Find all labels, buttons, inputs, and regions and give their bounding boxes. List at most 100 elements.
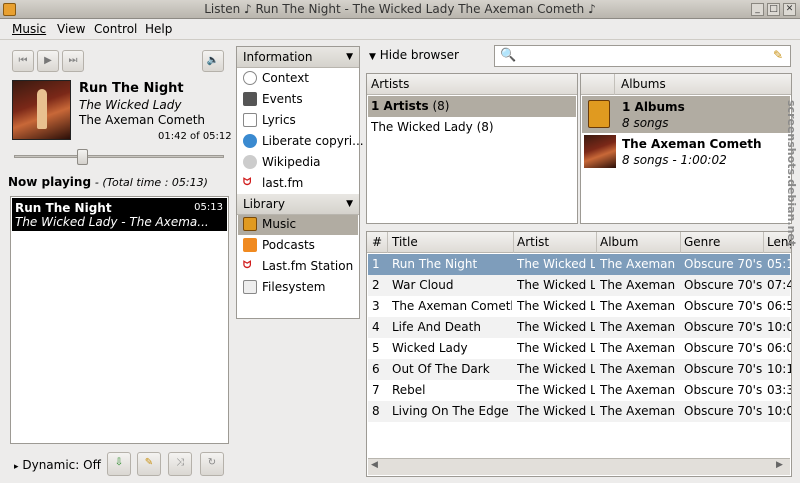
sidebar-item-lastfm-station[interactable]: ᗢ Last.fm Station — [241, 257, 357, 277]
track-album: The Axeman C — [600, 257, 679, 271]
collapse-arrow-icon: ▼ — [346, 52, 353, 62]
album-row[interactable]: The Axeman Cometh 8 songs - 1:00:02 — [582, 133, 790, 170]
save-playlist-button[interactable]: ⇩ — [107, 452, 131, 476]
track-row[interactable]: 6 Out Of The Dark The Wicked La The Axeman … — [368, 359, 791, 380]
track-artist: The Wicked La — [517, 404, 595, 418]
column-artist[interactable]: Artist — [517, 235, 549, 249]
track-genre: Obscure 70's — [684, 362, 762, 376]
column-album[interactable]: Album — [600, 235, 638, 249]
watermark: screenshots.debian.net — [784, 100, 798, 360]
track-number: 6 — [372, 362, 380, 376]
filesystem-icon — [243, 280, 257, 294]
artist-row-all[interactable]: 1 Artists (8) — [368, 96, 576, 117]
sidebar-item-events[interactable]: Events — [241, 90, 357, 110]
track-album: The Axeman C — [600, 299, 679, 313]
track-row[interactable]: 7 Rebel The Wicked La The Axeman C Obscure 7… — [368, 380, 791, 401]
album-title: The Axeman Cometh — [622, 137, 762, 151]
play-button[interactable]: ▶ — [37, 50, 59, 72]
lastfm-station-icon: ᗢ — [243, 260, 252, 271]
sidebar-item-lastfm[interactable]: ᗢ last.fm — [241, 174, 357, 194]
menu-music[interactable]: Music — [12, 22, 46, 36]
sidebar-item-podcasts[interactable]: Podcasts — [241, 236, 357, 256]
volume-button[interactable]: 🔈 — [202, 50, 224, 72]
time-display: 01:42 of 05:12 — [158, 131, 232, 142]
lastfm-icon: ᗢ — [243, 177, 252, 188]
albums-header-label: Albums — [621, 77, 666, 91]
track-title: Wicked Lady — [392, 341, 468, 355]
collapse-arrow-icon: ▼ — [346, 199, 353, 209]
artist-all-label: 1 Artists — [371, 99, 429, 113]
sidebar-item-liberate[interactable]: Liberate copyri... — [241, 132, 364, 152]
seek-thumb[interactable] — [77, 149, 88, 165]
sidebar-item-label: Context — [262, 71, 310, 85]
track-title: The Axeman Cometh — [392, 299, 512, 313]
sidebar-item-label: Events — [262, 92, 303, 106]
track-title: War Cloud — [392, 278, 454, 292]
np-item-subtitle: The Wicked Lady - The Axema... — [15, 215, 209, 229]
track-row[interactable]: 3 The Axeman Cometh The Wicked La The Axema… — [368, 296, 791, 317]
previous-button[interactable]: ⏮ — [12, 50, 34, 72]
watermark-text: screenshots.debian.net — [785, 100, 798, 247]
scroll-right-icon[interactable]: ▶ — [776, 460, 783, 470]
sidebar-item-filesystem[interactable]: Filesystem — [241, 278, 357, 298]
dynamic-toggle[interactable]: ▸ Dynamic: Off — [14, 458, 101, 472]
track-row[interactable]: 4 Life And Death The Wicked La The Axeman C… — [368, 317, 791, 338]
track-row[interactable]: 8 Living On The Edge The Wicked La The Axem… — [368, 401, 791, 422]
sidebar-item-lyrics[interactable]: Lyrics — [241, 111, 357, 131]
minimize-icon[interactable]: _ — [751, 3, 764, 16]
library-header-label: Library — [243, 197, 285, 211]
shuffle-button[interactable]: ⤨ — [168, 452, 192, 476]
menu-help[interactable]: Help — [145, 22, 172, 36]
menu-view[interactable]: View — [57, 22, 85, 36]
sidebar-item-music[interactable]: Music — [238, 215, 358, 235]
sidebar-item-label: Liberate copyri... — [262, 134, 364, 148]
sidebar-item-label: Wikipedia — [262, 155, 321, 169]
column-number[interactable]: # — [372, 235, 382, 249]
sidebar-item-label: Music — [262, 217, 297, 231]
artists-column-header[interactable]: Artists — [367, 74, 577, 95]
search-icon: 🔍 — [500, 48, 517, 63]
column-title[interactable]: Title — [392, 235, 418, 249]
sidebar: Information ▼ Context Events Lyrics Libe… — [236, 46, 364, 319]
seek-slider[interactable] — [14, 155, 224, 158]
track-artist: The Wicked La — [517, 362, 595, 376]
track-album: The Axeman C — [600, 362, 679, 376]
track-genre: Obscure 70's — [684, 257, 762, 271]
hide-browser-toggle[interactable]: ▼ Hide browser — [369, 48, 459, 62]
track-artist: The Wicked La — [517, 320, 595, 334]
music-icon — [243, 217, 257, 231]
library-section-header[interactable]: Library ▼ — [237, 194, 359, 215]
track-artist: The Wicked La — [517, 278, 595, 292]
track-genre: Obscure 70's — [684, 341, 762, 355]
artist-all-count: (8) — [432, 99, 450, 113]
current-track-title: Run The Night — [79, 81, 184, 96]
track-row[interactable]: 2 War Cloud The Wicked La The Axeman C Obscu… — [368, 275, 791, 296]
artist-row[interactable]: The Wicked Lady (8) — [368, 117, 576, 138]
column-genre[interactable]: Genre — [684, 235, 720, 249]
now-playing-list[interactable]: Run The Night 05:13 The Wicked Lady - Th… — [10, 196, 229, 444]
clear-search-icon[interactable]: ✎ — [773, 48, 783, 62]
artists-header-label: Artists — [371, 77, 410, 91]
maximize-icon[interactable]: □ — [767, 3, 780, 16]
now-playing-item[interactable]: Run The Night 05:13 The Wicked Lady - Th… — [12, 198, 227, 231]
close-icon[interactable]: ✕ — [783, 3, 796, 16]
np-item-duration: 05:13 — [194, 202, 223, 213]
track-row[interactable]: 1 Run The Night The Wicked La The Axeman C O… — [368, 254, 791, 275]
search-field[interactable]: 🔍 ✎ — [494, 45, 791, 67]
clear-playlist-button[interactable]: ✎ — [137, 452, 161, 476]
menu-control[interactable]: Control — [94, 22, 137, 36]
track-album: The Axeman C — [600, 278, 679, 292]
next-button[interactable]: ⏭ — [62, 50, 84, 72]
albums-column-header[interactable]: Albums — [581, 74, 791, 95]
sidebar-item-context[interactable]: Context — [241, 69, 357, 89]
search-input[interactable] — [519, 48, 765, 64]
information-section-header[interactable]: Information ▼ — [237, 47, 359, 68]
track-number: 3 — [372, 299, 380, 313]
artist-label: The Wicked Lady (8) — [371, 120, 494, 134]
scroll-left-icon[interactable]: ◀ — [371, 460, 378, 470]
album-row-all[interactable]: 1 Albums 8 songs — [582, 96, 790, 133]
track-row[interactable]: 5 Wicked Lady The Wicked La The Axeman C Obs… — [368, 338, 791, 359]
sidebar-item-wikipedia[interactable]: Wikipedia — [241, 153, 357, 173]
repeat-button[interactable]: ↻ — [200, 452, 224, 476]
horizontal-scrollbar[interactable]: ◀ ▶ — [368, 458, 790, 475]
